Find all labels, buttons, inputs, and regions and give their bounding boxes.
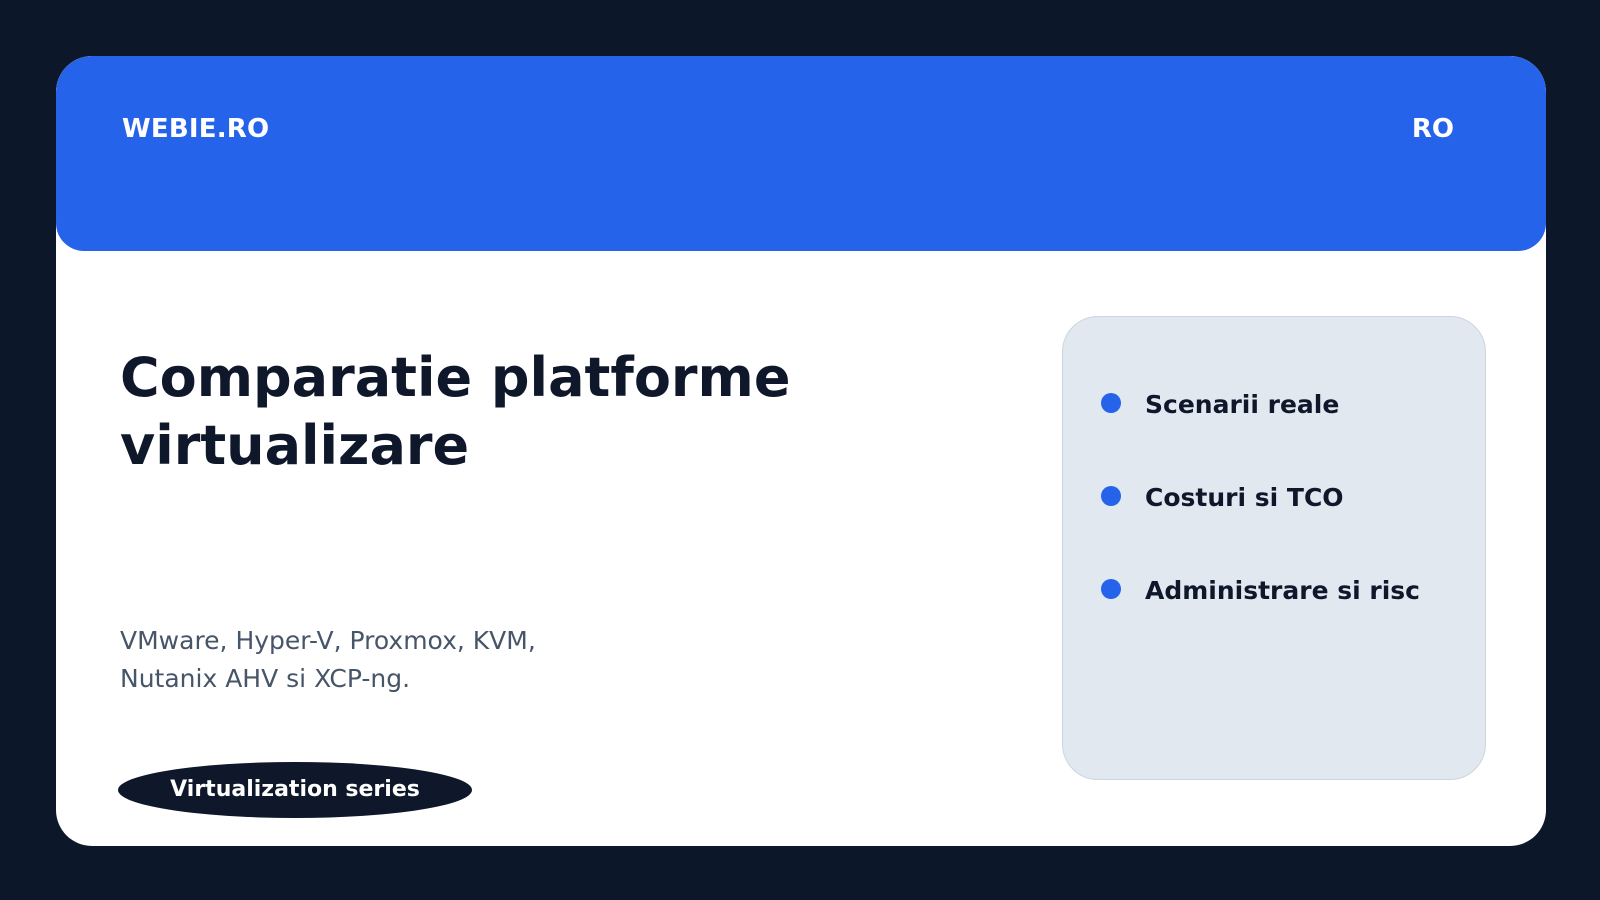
header-banner: WEBIE.RO RO [56,56,1546,251]
bullet-dot-icon [1101,579,1121,599]
feature-label: Administrare si risc [1145,576,1420,605]
bullet-dot-icon [1101,393,1121,413]
bullet-dot-icon [1101,486,1121,506]
page-subtitle: VMware, Hyper-V, Proxmox, KVM, Nutanix A… [120,626,536,693]
page-title: Comparatie platforme virtualizare [120,346,791,477]
series-tag: Virtualization series [118,762,472,818]
feature-panel: Scenarii reale Costuri si TCO Administra… [1062,316,1486,780]
feature-label: Scenarii reale [1145,390,1340,419]
brand-name: WEBIE.RO [122,114,270,144]
language-indicator: RO [1411,114,1454,144]
feature-label: Costuri si TCO [1145,483,1344,512]
hero-card: WEBIE.RO RO Comparatie platforme virtual… [56,56,1546,846]
